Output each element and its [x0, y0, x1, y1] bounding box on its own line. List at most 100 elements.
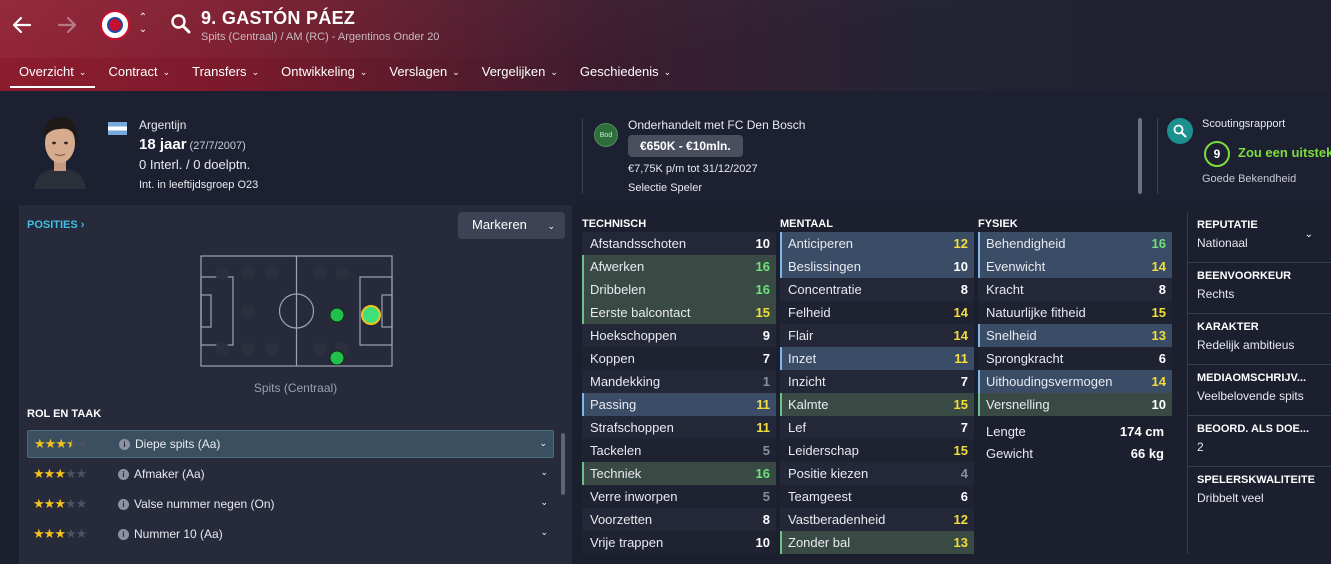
info-icon[interactable]: i	[118, 468, 129, 480]
attribute-name: Eerste balcontact	[590, 305, 691, 320]
player-portrait	[30, 111, 90, 189]
attribute-row[interactable]: Anticiperen 12	[780, 232, 974, 255]
tab-geschiedenis[interactable]: Geschiedenis ⌄	[569, 57, 682, 91]
attribute-row[interactable]: Behendigheid 16	[978, 232, 1172, 255]
info-icon[interactable]: i	[118, 498, 129, 510]
forward-arrow-icon[interactable]	[53, 11, 81, 39]
attribute-row[interactable]: Leiderschap 15	[780, 439, 974, 462]
tab-overzicht[interactable]: Overzicht ⌄	[8, 57, 97, 91]
tab-verslagen[interactable]: Verslagen ⌄	[378, 57, 470, 91]
attribute-name: Snelheid	[986, 328, 1037, 343]
attribute-row[interactable]: Kracht 8	[978, 278, 1172, 301]
tab-contract[interactable]: Contract ⌄	[97, 57, 181, 91]
role-row[interactable]: ★★★★★ i Valse nummer negen (On) ⌄	[27, 490, 554, 518]
mark-dropdown-button[interactable]: Markeren ⌄	[458, 212, 565, 239]
attribute-value: 14	[953, 328, 968, 343]
scout-verdict: Zou een uitstek	[1238, 145, 1331, 160]
attribute-row[interactable]: Dribbelen 16	[582, 278, 776, 301]
attribute-row[interactable]: Positie kiezen 4	[780, 462, 974, 485]
attribute-row[interactable]: Hoekschoppen 9	[582, 324, 776, 347]
chevron-down-icon: ⌄	[359, 67, 368, 77]
chevron-down-icon[interactable]: ⌄	[539, 438, 547, 449]
profile-label: BEENVOORKEUR	[1197, 270, 1292, 282]
tab-vergelijken[interactable]: Vergelijken ⌄	[471, 57, 569, 91]
attribute-row[interactable]: Strafschoppen 11	[582, 416, 776, 439]
info-icon[interactable]: i	[119, 438, 130, 450]
attribute-value: 15	[1151, 305, 1166, 320]
profile-value: Rechts	[1197, 287, 1235, 301]
nationality: Argentijn	[139, 118, 187, 132]
attribute-row[interactable]: Vrije trappen 10	[582, 531, 776, 554]
page-header: ⌃ ⌄ 9. GASTÓN PÁEZ Spits (Centraal) / AM …	[0, 0, 1331, 91]
attribute-row[interactable]: Passing 11	[582, 393, 776, 416]
attribute-row[interactable]: Vastberadenheid 12	[780, 508, 974, 531]
attribute-row[interactable]: Zonder bal 13	[780, 531, 974, 554]
chevron-down-icon[interactable]: ⌄	[540, 497, 548, 508]
attribute-row[interactable]: Tackelen 5	[582, 439, 776, 462]
attribute-row[interactable]: Mandekking 1	[582, 370, 776, 393]
scouting-report-title[interactable]: Scoutingsrapport	[1202, 118, 1285, 130]
profile-label: MEDIAOMSCHRIJV...	[1197, 372, 1307, 384]
chevron-down-icon[interactable]: ⌄	[540, 527, 548, 538]
attribute-row[interactable]: Verre inworpen 5	[582, 485, 776, 508]
attribute-row[interactable]: Koppen 7	[582, 347, 776, 370]
tab-ontwikkeling[interactable]: Ontwikkeling ⌄	[270, 57, 378, 91]
attribute-row[interactable]: Eerste balcontact 15	[582, 301, 776, 324]
attribute-value: 11	[756, 420, 770, 435]
search-icon[interactable]	[170, 13, 192, 35]
role-row[interactable]: ★★★★★ i Diepe spits (Aa) ⌄	[27, 430, 554, 458]
roles-scrollbar[interactable]	[561, 433, 565, 495]
back-arrow-icon[interactable]	[8, 11, 36, 39]
attribute-row[interactable]: Lef 7	[780, 416, 974, 439]
divider	[582, 118, 583, 194]
attribute-row[interactable]: Teamgeest 6	[780, 485, 974, 508]
attribute-row[interactable]: Inzet 11	[780, 347, 974, 370]
tab-label: Verslagen	[389, 64, 448, 79]
attribute-row[interactable]: Techniek 16	[582, 462, 776, 485]
chevron-down-icon: ⌄	[663, 67, 672, 77]
bid-value-badge[interactable]: €650K - €10mln.	[628, 135, 743, 157]
positions-link[interactable]: POSITIES ›	[27, 219, 84, 231]
attribute-row[interactable]: Afwerken 16	[582, 255, 776, 278]
attribute-row[interactable]: Inzicht 7	[780, 370, 974, 393]
attribute-row[interactable]: Uithoudingsvermogen 14	[978, 370, 1172, 393]
empty-position-dot	[241, 304, 255, 318]
scouting-search-icon[interactable]	[1167, 118, 1193, 144]
attribute-row[interactable]: Concentratie 8	[780, 278, 974, 301]
attribute-row[interactable]: Beslissingen 10	[780, 255, 974, 278]
switch-player-icon[interactable]: ⌃ ⌄	[137, 12, 149, 40]
attribute-value: 7	[960, 420, 968, 435]
attribute-row[interactable]: Sprongkracht 6	[978, 347, 1172, 370]
mental-title: MENTAAL	[780, 218, 833, 230]
attribute-value: 8	[960, 282, 968, 297]
age-value: 18 jaar	[139, 136, 187, 153]
info-icon[interactable]: i	[118, 528, 129, 540]
role-row[interactable]: ★★★★★ i Nummer 10 (Aa) ⌄	[27, 520, 554, 548]
chevron-down-icon: ⌄	[251, 67, 260, 77]
attribute-row[interactable]: Afstandsschoten 10	[582, 232, 776, 255]
attribute-value: 1	[762, 374, 770, 389]
technical-title: TECHNISCH	[582, 218, 647, 230]
attribute-row[interactable]: Natuurlijke fitheid 15	[978, 301, 1172, 324]
scrollbar[interactable]	[1138, 118, 1142, 194]
attribute-name: Leiderschap	[788, 443, 859, 458]
attribute-row[interactable]: Snelheid 13	[978, 324, 1172, 347]
profile-media-description: MEDIAOMSCHRIJV... Veelbelovende spits	[1188, 365, 1331, 416]
attribute-value: 16	[1151, 236, 1166, 251]
attribute-name: Inzicht	[788, 374, 826, 389]
attribute-value: 15	[953, 397, 968, 412]
attribute-row[interactable]: Flair 14	[780, 324, 974, 347]
attribute-row[interactable]: Evenwicht 14	[978, 255, 1172, 278]
attribute-name: Lef	[788, 420, 807, 435]
role-row[interactable]: ★★★★★ i Afmaker (Aa) ⌄	[27, 460, 554, 488]
attribute-row[interactable]: Kalmte 15	[780, 393, 974, 416]
attribute-row[interactable]: Voorzetten 8	[582, 508, 776, 531]
attribute-value: 16	[755, 466, 770, 481]
club-crest-icon[interactable]	[100, 10, 130, 40]
bid-status[interactable]: Onderhandelt met FC Den Bosch	[628, 118, 805, 132]
attribute-row[interactable]: Versnelling 10	[978, 393, 1172, 416]
chevron-down-icon[interactable]: ⌄	[1305, 229, 1313, 240]
chevron-down-icon[interactable]: ⌄	[540, 467, 548, 478]
tab-transfers[interactable]: Transfers ⌄	[181, 57, 270, 91]
attribute-row[interactable]: Felheid 14	[780, 301, 974, 324]
